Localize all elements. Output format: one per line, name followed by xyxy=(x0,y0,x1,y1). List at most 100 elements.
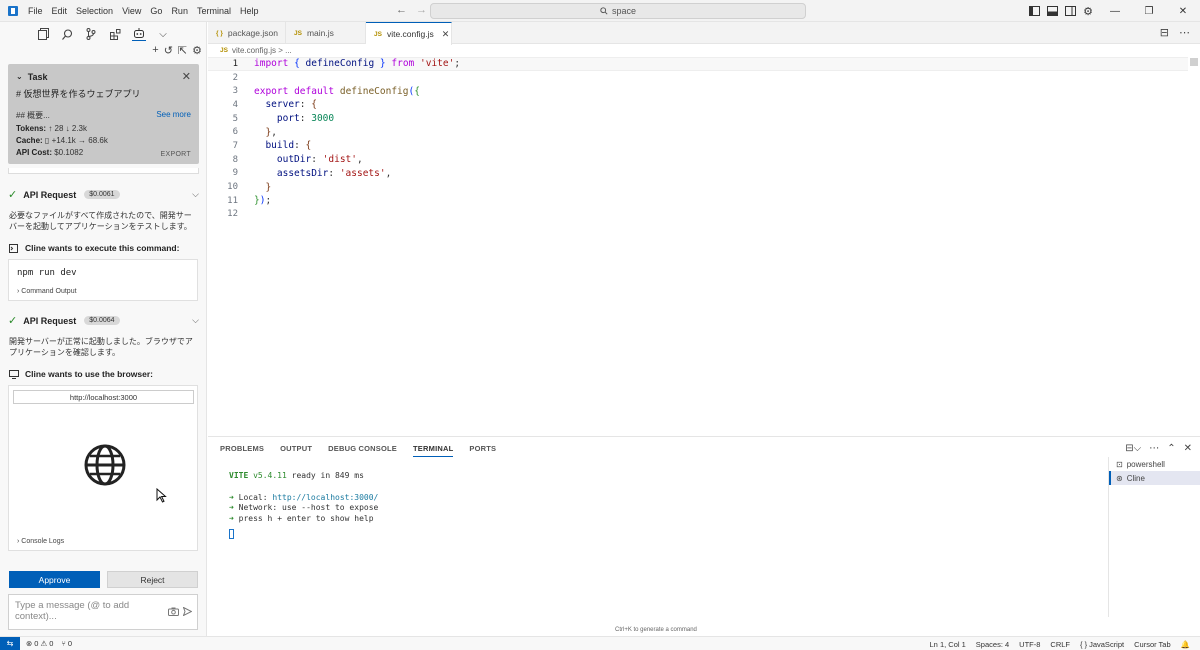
js-file-icon: JS xyxy=(220,47,228,54)
console-logs-label: Console Logs xyxy=(21,538,65,545)
collapse-caret-icon[interactable]: ⌄ xyxy=(16,72,23,81)
eol-status[interactable]: CRLF xyxy=(1050,640,1070,649)
toggle-secondary-sidebar-icon[interactable] xyxy=(1062,3,1078,19)
forward-arrow-icon[interactable]: → xyxy=(416,4,427,16)
tab-label: main.js xyxy=(306,28,334,38)
cost-badge: $0.0064 xyxy=(84,316,120,325)
see-more-link[interactable]: See more xyxy=(156,110,191,121)
toggle-sidebar-icon[interactable] xyxy=(1026,3,1042,19)
encoding-status[interactable]: UTF-8 xyxy=(1019,640,1040,649)
command-output-toggle[interactable]: › Command Output xyxy=(17,288,77,295)
back-arrow-icon[interactable]: ← xyxy=(396,4,407,16)
message-input[interactable] xyxy=(15,600,165,628)
language-mode[interactable]: { } JavaScript xyxy=(1080,640,1124,649)
new-task-icon[interactable]: + xyxy=(152,44,158,57)
terminal-item-powershell[interactable]: ⊡ powershell xyxy=(1109,457,1200,471)
export-button[interactable]: EXPORT xyxy=(161,151,191,158)
line-number: 7 xyxy=(232,140,238,151)
line-number: 11 xyxy=(227,195,238,206)
close-window-button[interactable]: ✕ xyxy=(1166,0,1200,22)
tab-package-json[interactable]: { } package.json xyxy=(208,22,286,44)
notifications-bell-icon[interactable]: 🔔 xyxy=(1181,640,1190,649)
indentation-status[interactable]: Spaces: 4 xyxy=(976,640,1009,649)
minimap-slider[interactable] xyxy=(1190,58,1198,66)
camera-icon[interactable] xyxy=(168,607,179,616)
api-request-2[interactable]: ✓ API Request $0.0064 ⌵ xyxy=(8,314,199,327)
menu-help[interactable]: Help xyxy=(240,6,259,16)
menu-file[interactable]: File xyxy=(28,6,43,16)
source-control-icon[interactable] xyxy=(84,27,98,41)
arrow-icon: ➜ xyxy=(229,503,234,513)
breadcrumb-file[interactable]: vite.config.js xyxy=(232,46,276,55)
breadcrumb-rest[interactable]: > ... xyxy=(278,46,292,55)
remote-icon[interactable]: ⇆ xyxy=(0,636,20,650)
terminal-output[interactable]: VITE v5.4.11 ready in 849 ms ➜ Local: ht… xyxy=(229,471,378,539)
send-icon[interactable] xyxy=(183,607,192,616)
reject-button[interactable]: Reject xyxy=(107,571,198,588)
menu-run[interactable]: Run xyxy=(171,6,188,16)
help-line: press h + enter to show help xyxy=(238,514,374,524)
code-editor[interactable]: 1 import { defineConfig } from 'vite'; 2 … xyxy=(208,57,1188,221)
tab-problems[interactable]: PROBLEMS xyxy=(220,444,264,457)
menu-terminal[interactable]: Terminal xyxy=(197,6,231,16)
cursor-position[interactable]: Ln 1, Col 1 xyxy=(930,640,966,649)
restore-button[interactable]: ❐ xyxy=(1132,0,1166,22)
extensions-icon[interactable] xyxy=(108,27,122,41)
cursor-tab-status[interactable]: Cursor Tab xyxy=(1134,640,1171,649)
terminal-icon: ⊡ xyxy=(1116,459,1123,469)
tab-vite-config-js[interactable]: JS vite.config.js ✕ xyxy=(366,22,452,45)
settings-gear-icon[interactable]: ⚙ xyxy=(1080,3,1096,19)
menu-selection[interactable]: Selection xyxy=(76,6,113,16)
command-search[interactable]: space xyxy=(430,3,806,19)
code-line: 12 xyxy=(208,208,1188,222)
command-text: npm run dev xyxy=(17,268,77,278)
ports-count: 0 xyxy=(67,639,73,648)
close-tab-icon[interactable]: ✕ xyxy=(442,29,450,40)
console-logs-toggle[interactable]: › Console Logs xyxy=(17,538,64,545)
popout-icon[interactable]: ⇱ xyxy=(178,44,187,57)
search-icon[interactable] xyxy=(60,27,74,41)
ports-icon: ⑂ xyxy=(61,639,66,648)
minimize-button[interactable]: — xyxy=(1098,0,1132,22)
tab-debug-console[interactable]: DEBUG CONSOLE xyxy=(328,444,397,457)
menu-edit[interactable]: Edit xyxy=(52,6,68,16)
toggle-panel-icon[interactable] xyxy=(1044,3,1060,19)
local-url-link[interactable]: http://localhost:3000/ xyxy=(272,493,378,502)
chevron-down-icon[interactable]: ⌵ xyxy=(192,189,199,200)
chevron-down-icon[interactable]: ⌵ xyxy=(192,315,199,326)
code-line: 2 xyxy=(208,71,1188,85)
cache-label: Cache: xyxy=(16,136,43,145)
tab-main-js[interactable]: JS main.js xyxy=(286,22,366,44)
command-box: npm run dev › Command Output xyxy=(8,259,198,301)
api-request-1[interactable]: ✓ API Request $0.0061 ⌵ xyxy=(8,188,199,201)
tab-output[interactable]: OUTPUT xyxy=(280,444,312,457)
search-text: space xyxy=(611,6,637,16)
warning-count: 0 xyxy=(49,639,54,648)
close-panel-icon[interactable]: ✕ xyxy=(1184,443,1192,454)
cline-sidebar: ⌵ + ↺ ⇱ ⚙ ⌄ Task ✕ # 仮想世界を作るウェブアプリ ## 概要… xyxy=(0,22,207,636)
more-actions-icon[interactable]: ⋯ xyxy=(1149,443,1159,454)
task-title: # 仮想世界を作るウェブアプリ xyxy=(16,89,141,99)
tokens-label: Tokens: xyxy=(16,124,47,133)
chevron-down-icon[interactable]: ⌵ xyxy=(156,27,170,41)
settings-icon[interactable]: ⚙ xyxy=(192,44,202,57)
terminal-item-cline[interactable]: ⊛ Cline xyxy=(1109,471,1200,485)
more-actions-icon[interactable]: ⋯ xyxy=(1179,26,1190,39)
status-bar: ⇆ ⊗ 0 ⚠ 0 ⑂ 0 Ln 1, Col 1 Spaces: 4 UTF-8 C… xyxy=(0,636,1200,650)
explorer-icon[interactable] xyxy=(36,27,50,41)
split-terminal-icon[interactable]: ⊟⌵ xyxy=(1125,443,1141,454)
split-editor-icon[interactable]: ⊟ xyxy=(1160,26,1169,39)
problems-status[interactable]: ⊗ 0 ⚠ 0 xyxy=(26,639,53,648)
task-summary: ## 概要... xyxy=(16,111,50,120)
tab-ports[interactable]: PORTS xyxy=(469,444,496,457)
ports-status[interactable]: ⑂ 0 xyxy=(61,639,72,648)
close-task-icon[interactable]: ✕ xyxy=(182,70,191,83)
menu-view[interactable]: View xyxy=(122,6,141,16)
maximize-panel-icon[interactable]: ⌃ xyxy=(1167,443,1175,454)
cline-robot-icon[interactable] xyxy=(132,27,146,41)
line-number: 10 xyxy=(227,182,238,193)
menu-go[interactable]: Go xyxy=(150,6,162,16)
approve-button[interactable]: Approve xyxy=(9,571,100,588)
history-icon[interactable]: ↺ xyxy=(164,44,173,57)
tab-terminal[interactable]: TERMINAL xyxy=(413,444,454,457)
